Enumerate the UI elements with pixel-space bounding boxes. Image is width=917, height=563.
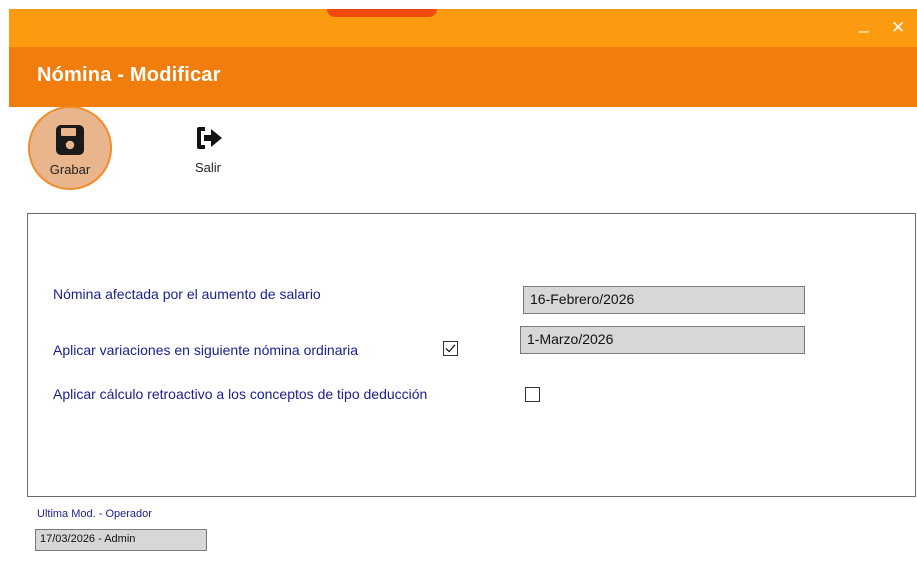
minimize-button[interactable]: _ [859,15,868,32]
affected-payroll-field[interactable]: 16-Febrero/2026 [523,286,805,314]
title-bar-accent [327,9,437,17]
retroactive-deduction-checkbox[interactable] [525,387,540,402]
exit-button[interactable]: Salir [182,120,234,180]
check-icon [445,344,456,353]
close-button[interactable]: ✕ [891,19,905,36]
row2-label: Aplicar variaciones en siguiente nómina … [53,342,359,358]
next-payroll-field[interactable]: 1-Marzo/2026 [520,326,805,354]
row1-label: Nómina afectada por el aumento de salari… [53,286,321,302]
form-header: Nómina - Modificar [9,47,917,107]
save-button-label: Grabar [49,162,91,177]
exit-button-label: Salir [194,160,221,175]
save-button[interactable]: Grabar [28,106,112,190]
title-bar: _ ✕ [9,9,917,47]
last-modified-field: 17/03/2026 - Admin [35,529,207,551]
apply-variations-checkbox[interactable] [443,341,458,356]
last-modified-label: Ultima Mod. - Operador [37,508,152,520]
row3-label: Aplicar cálculo retroactivo a los concep… [53,386,428,402]
sign-out-icon [197,127,222,149]
page-title: Nómina - Modificar [37,64,221,86]
floppy-disk-icon [56,125,84,155]
